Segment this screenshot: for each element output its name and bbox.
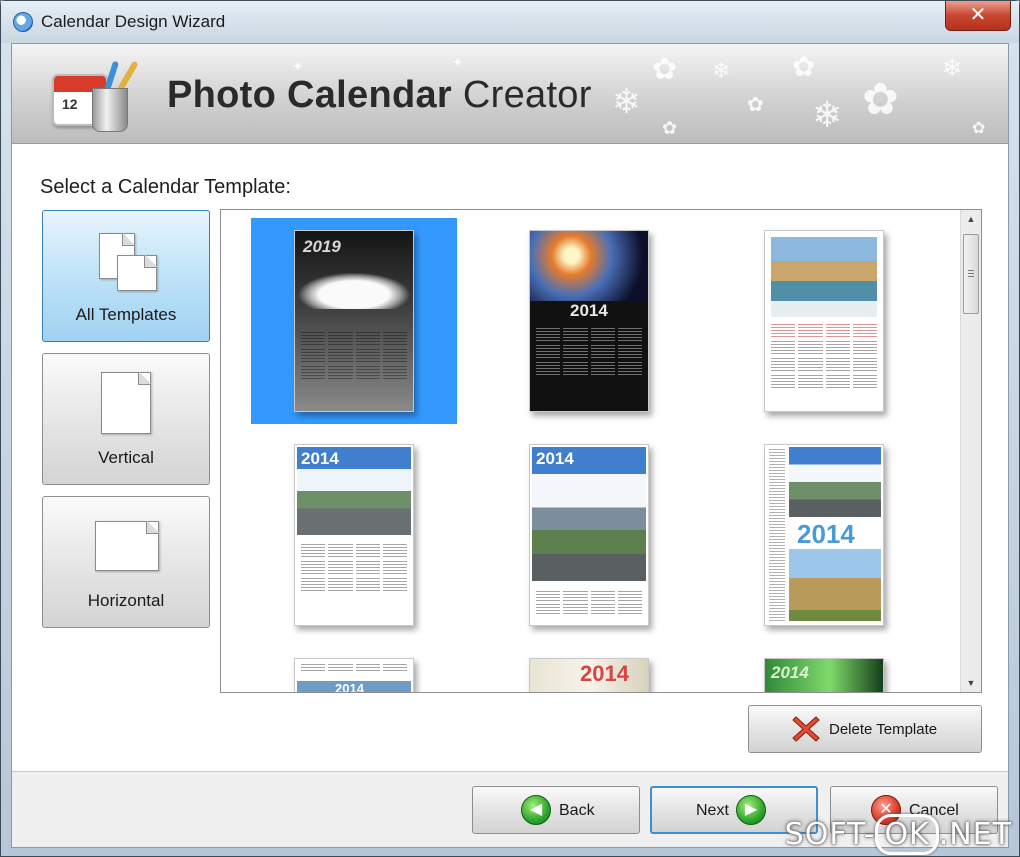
back-label: Back — [559, 802, 595, 819]
snowflake-icon: ✿ — [862, 75, 899, 124]
template-tile[interactable]: 2014 — [251, 646, 457, 692]
gallery-scrollbar[interactable]: ▲ ▼ — [960, 210, 981, 692]
snowflake-icon: ✿ — [792, 51, 816, 82]
castle-image — [789, 549, 881, 621]
app-icon — [13, 12, 33, 32]
header-banner: ✿ ❄ ✿ ✿ ❄ ❄ ❄ ✿ ✿ ✿ ✦ ✦ 12 Photo Calenda… — [12, 44, 1008, 144]
nebula-image — [530, 231, 648, 301]
category-label: Vertical — [98, 448, 154, 467]
arrow-right-icon: ▶ — [736, 795, 766, 825]
coast-image — [771, 237, 877, 317]
snowflake-icon: ✦ — [292, 58, 304, 74]
watermark: SOFT- OK .NET — [785, 814, 1012, 855]
scroll-up-icon[interactable]: ▲ — [961, 210, 981, 228]
template-thumbnail — [764, 230, 884, 412]
category-label: All Templates — [75, 305, 177, 324]
template-thumbnail: 2014 — [764, 444, 884, 626]
delete-template-button[interactable]: Delete Template — [748, 705, 982, 753]
category-vertical[interactable]: Vertical — [42, 353, 210, 485]
category-all-templates[interactable]: All Templates — [42, 210, 210, 342]
snowflake-icon: ✿ — [972, 120, 986, 137]
car-image — [299, 273, 409, 309]
app-brand: Photo Calendar Creator — [167, 74, 592, 117]
brand-light: Creator — [462, 74, 592, 116]
vertical-page-icon — [101, 372, 151, 434]
snowflake-icon: ❄ — [942, 55, 963, 82]
wizard-window: Calendar Design Wizard ✕ ✿ ❄ ✿ ✿ ❄ ❄ ❄ ✿… — [0, 0, 1020, 857]
template-thumbnail: 2014 — [529, 658, 649, 692]
section-title: Select a Calendar Template: — [40, 176, 291, 198]
template-tile[interactable]: 2014 — [251, 432, 457, 638]
calendar-logo-icon: 12 — [48, 58, 148, 136]
template-tile[interactable]: 2014 — [721, 646, 927, 692]
arrow-left-icon: ◀ — [521, 795, 551, 825]
window-title: Calendar Design Wizard — [41, 12, 226, 31]
logo-day: 12 — [62, 96, 78, 112]
horizontal-page-icon — [95, 521, 159, 571]
brand-bold: Photo Calendar — [167, 74, 453, 116]
template-thumbnail: 2014 — [294, 444, 414, 626]
template-thumbnail: 2014 — [764, 658, 884, 692]
scroll-down-icon[interactable]: ▼ — [961, 674, 981, 692]
next-label: Next — [696, 802, 729, 819]
template-tile[interactable]: 2014 — [721, 432, 927, 638]
template-tile[interactable]: 2014 — [486, 646, 692, 692]
snowflake-icon: ✦ — [452, 54, 464, 70]
snowflake-icon: ❄ — [712, 58, 731, 83]
snowflake-icon: ✿ — [652, 53, 678, 86]
category-label: Horizontal — [87, 591, 165, 610]
snowflake-icon: ✿ — [747, 94, 764, 116]
template-tile[interactable]: 2019 — [251, 218, 457, 424]
close-button[interactable]: ✕ — [945, 1, 1011, 31]
landscape-image — [789, 447, 881, 517]
title-bar[interactable]: Calendar Design Wizard ✕ — [1, 1, 1019, 43]
template-tile[interactable]: 2014 — [486, 432, 692, 638]
scroll-thumb[interactable] — [963, 234, 979, 314]
template-thumbnail: 2014 — [529, 444, 649, 626]
back-button[interactable]: ◀ Back — [472, 786, 640, 834]
snowflake-icon: ❄ — [812, 94, 843, 135]
snowflake-icon: ✿ — [662, 118, 678, 138]
template-thumbnail: 2014 — [294, 658, 414, 692]
wizard-body: ✿ ❄ ✿ ✿ ❄ ❄ ❄ ✿ ✿ ✿ ✦ ✦ 12 Photo Calenda… — [11, 43, 1009, 848]
delete-template-label: Delete Template — [829, 721, 938, 738]
template-gallery[interactable]: 2019 2014 2014 2014 2014 2014 2014 2014 … — [220, 209, 982, 693]
category-horizontal[interactable]: Horizontal — [42, 496, 210, 628]
template-tile[interactable] — [721, 218, 927, 424]
template-thumbnail: 2014 — [529, 230, 649, 412]
template-tile[interactable]: 2014 — [486, 218, 692, 424]
template-thumbnail: 2019 — [294, 230, 414, 412]
red-x-icon — [792, 716, 820, 742]
snowflake-icon: ❄ — [612, 83, 641, 121]
